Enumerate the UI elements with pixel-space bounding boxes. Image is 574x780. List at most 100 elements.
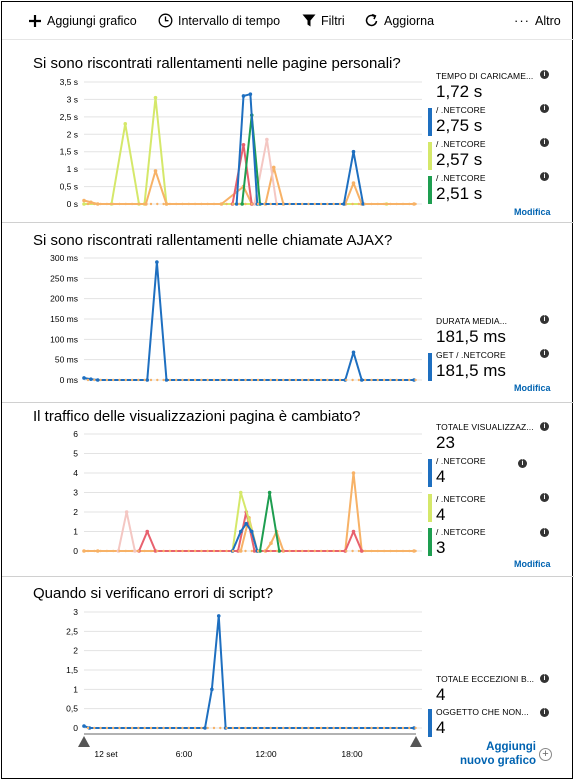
data-point[interactable]: [216, 614, 221, 618]
data-point[interactable]: [82, 202, 86, 206]
refresh-button[interactable]: Aggiorna: [364, 2, 434, 40]
info-icon[interactable]: i: [540, 315, 549, 324]
info-icon[interactable]: i: [540, 104, 549, 113]
baseline-point: [225, 378, 228, 382]
baseline-point: [187, 726, 190, 730]
time-brush-right-handle[interactable]: [410, 736, 422, 747]
info-icon[interactable]: i: [540, 674, 549, 683]
more-button[interactable]: ··· Altro: [514, 2, 561, 40]
chart-script-errors[interactable]: 0 0,5 1 1,5 2 2,5 3 12 set 6:00 12:00 18:00: [32, 604, 452, 780]
info-icon[interactable]: i: [540, 493, 549, 502]
chart-ajax-duration[interactable]: 0 ms 50 ms 100 ms 150 ms 200 ms 250 ms 300 ms: [32, 252, 452, 392]
data-point[interactable]: [238, 529, 243, 534]
data-point[interactable]: [89, 377, 93, 381]
data-point[interactable]: [124, 510, 129, 514]
baseline-point: [193, 549, 197, 553]
info-icon[interactable]: i: [540, 422, 549, 431]
add-chart-button[interactable]: Aggiungi grafico: [28, 2, 137, 40]
data-point[interactable]: [123, 122, 128, 126]
edit-link[interactable]: Modifica: [514, 383, 551, 393]
chart-page-views[interactable]: 0123456: [32, 426, 452, 566]
baseline-point: [118, 549, 121, 553]
data-point[interactable]: [203, 726, 207, 730]
data-point[interactable]: [247, 518, 251, 522]
edit-link[interactable]: Modifica: [514, 207, 551, 217]
data-point[interactable]: [155, 260, 159, 264]
info-icon[interactable]: i: [540, 349, 549, 358]
metric-value: 2,75 s: [436, 116, 483, 135]
info-icon[interactable]: i: [540, 138, 549, 147]
add-new-chart-link[interactable]: Aggiungi nuovo grafico: [454, 740, 536, 768]
edit-link[interactable]: Modifica: [514, 559, 551, 569]
data-point[interactable]: [267, 490, 272, 495]
series-color-bar: [428, 176, 432, 204]
data-point[interactable]: [95, 202, 100, 206]
data-point[interactable]: [89, 200, 93, 205]
data-point[interactable]: [164, 378, 169, 382]
info-icon[interactable]: i: [540, 70, 549, 79]
data-point[interactable]: [269, 541, 273, 545]
data-point[interactable]: [241, 142, 246, 147]
ellipsis-icon: ···: [514, 13, 530, 28]
info-icon[interactable]: i: [540, 708, 549, 717]
baseline-point: [345, 378, 348, 382]
time-range-button[interactable]: Intervallo di tempo: [158, 2, 280, 40]
data-point[interactable]: [153, 169, 158, 173]
baseline-point: [288, 378, 291, 382]
data-point[interactable]: [265, 137, 269, 142]
data-point[interactable]: [359, 378, 364, 382]
baseline-point: [181, 549, 184, 553]
data-point[interactable]: [82, 376, 86, 380]
baseline-point: [376, 378, 379, 382]
data-point[interactable]: [82, 549, 86, 553]
baseline-point: [137, 378, 140, 382]
baseline-point: [364, 726, 367, 730]
data-point[interactable]: [164, 202, 169, 206]
baseline-point: [351, 378, 354, 382]
chart-page-load-time[interactable]: 0 s 0,5 s 1 s 1,5 s 2 s 2,5 s 3 s 3,5 s: [32, 74, 452, 214]
data-point[interactable]: [133, 549, 137, 553]
baseline-point: [124, 378, 128, 382]
y-tick-label: 2: [73, 646, 78, 656]
baseline-point: [376, 549, 379, 553]
data-point[interactable]: [351, 529, 356, 534]
y-tick-label: 1,5 s: [60, 147, 78, 157]
data-point[interactable]: [244, 521, 249, 526]
data-point[interactable]: [249, 529, 254, 534]
info-icon[interactable]: i: [518, 459, 527, 468]
data-point[interactable]: [82, 724, 86, 728]
data-point[interactable]: [248, 92, 253, 96]
data-point[interactable]: [153, 95, 158, 100]
baseline-point: [105, 726, 109, 730]
series-line[interactable]: [83, 614, 414, 729]
data-point[interactable]: [234, 202, 239, 206]
data-point[interactable]: [238, 490, 243, 495]
baseline-point: [238, 726, 241, 730]
series-line[interactable]: [83, 261, 414, 381]
data-point[interactable]: [351, 350, 356, 355]
time-brush-left-handle[interactable]: [78, 736, 90, 747]
baseline-point: [364, 202, 367, 206]
data-point[interactable]: [359, 549, 364, 553]
baseline-point: [181, 726, 184, 730]
data-point[interactable]: [95, 378, 100, 382]
data-point[interactable]: [95, 549, 100, 553]
data-point[interactable]: [145, 529, 150, 534]
section-title: Il traffico delle visualizzazioni pagina…: [33, 408, 361, 425]
info-icon[interactable]: i: [540, 528, 549, 537]
data-point[interactable]: [82, 198, 86, 203]
baseline-point: [238, 202, 241, 206]
data-point[interactable]: [271, 165, 276, 170]
info-icon[interactable]: i: [540, 172, 549, 181]
data-point[interactable]: [241, 94, 246, 98]
filters-button[interactable]: Filtri: [302, 2, 345, 40]
data-point[interactable]: [210, 687, 214, 692]
data-point[interactable]: [351, 149, 356, 154]
data-point[interactable]: [351, 471, 356, 475]
data-point[interactable]: [351, 181, 356, 185]
data-point[interactable]: [145, 378, 150, 382]
add-circle-icon[interactable]: +: [539, 748, 552, 761]
data-point[interactable]: [240, 202, 244, 206]
series-color-bar: [428, 142, 432, 170]
metric-label: TEMPO DI CARICAME...: [436, 71, 534, 81]
